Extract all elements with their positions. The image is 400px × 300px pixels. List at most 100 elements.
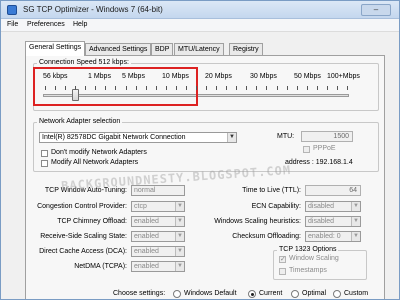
window-scaling-checkbox[interactable] <box>279 255 286 263</box>
select-value: normal <box>134 187 156 194</box>
slider-tick <box>236 86 238 90</box>
slider-tick <box>125 86 127 90</box>
slider-tick <box>296 86 298 90</box>
select-value: enabled: 0 <box>308 233 341 240</box>
timestamps-label: Timestamps <box>289 267 327 274</box>
tcp-chimney-select[interactable]: enabled ▼ <box>131 216 185 227</box>
mtu-label: MTU: <box>277 133 295 140</box>
tcp1323-group-label: TCP 1323 Options <box>277 246 339 253</box>
timestamps-checkbox[interactable] <box>279 268 286 275</box>
select-value: enabled <box>134 218 159 225</box>
slider-tick <box>206 86 208 90</box>
slider-tick <box>276 86 278 90</box>
radio-current-label: Current <box>259 290 283 297</box>
scaling-heuristics-label: Windows Scaling heuristics: <box>214 218 301 225</box>
tab-registry[interactable]: Registry <box>229 43 263 55</box>
slider-tick <box>246 86 248 90</box>
ttl-label: Time to Live (TTL): <box>242 187 301 194</box>
slider-tick <box>256 86 258 90</box>
window-title: SG TCP Optimizer - Windows 7 (64-bit) <box>23 5 163 14</box>
radio-windows-default[interactable] <box>173 290 181 298</box>
rss-state-select[interactable]: enabled ▼ <box>131 231 185 242</box>
dont-modify-adapters-checkbox[interactable] <box>41 150 48 157</box>
adapter-select-value: Intel(R) 82578DC Gigabit Network Connect… <box>42 134 186 141</box>
chevron-down-icon: ▼ <box>351 202 360 211</box>
slider-tick <box>336 86 338 90</box>
choose-settings-label: Choose settings: <box>113 290 166 297</box>
slider-tick <box>145 86 147 90</box>
slider-tick <box>55 86 57 90</box>
checksum-offloading-select[interactable]: enabled: 0 ▼ <box>305 231 361 242</box>
rss-state-label: Receive-Side Scaling State: <box>40 233 127 240</box>
slider-tick <box>115 86 117 90</box>
tcp-chimney-label: TCP Chimney Offload: <box>57 218 127 225</box>
slider-tick <box>306 86 308 90</box>
ttl-field[interactable]: 64 <box>305 185 361 196</box>
radio-windows-default-label: Windows Default <box>184 290 237 297</box>
tick-label: 100+Mbps <box>327 73 360 80</box>
chevron-down-icon: ▼ <box>351 232 360 241</box>
slider-tick <box>316 86 318 90</box>
scaling-heuristics-select[interactable]: disabled ▼ <box>305 216 361 227</box>
checksum-offloading-label: Checksum Offloading: <box>232 233 301 240</box>
dca-select[interactable]: enabled ▼ <box>131 246 185 257</box>
dca-label: Direct Cache Access (DCA): <box>39 248 127 255</box>
modify-all-adapters-label: Modify All Network Adapters <box>51 159 139 166</box>
chevron-down-icon: ▼ <box>351 217 360 226</box>
slider-tick <box>105 86 107 90</box>
menu-help[interactable]: Help <box>73 21 87 28</box>
select-value: enabled <box>134 248 159 255</box>
radio-optimal[interactable] <box>291 290 299 298</box>
modify-all-adapters-checkbox[interactable] <box>41 160 48 167</box>
tick-label: 30 Mbps <box>250 73 277 80</box>
slider-tick <box>85 86 87 90</box>
slider-tick <box>326 86 328 90</box>
radio-custom[interactable] <box>333 290 341 298</box>
chevron-down-icon: ▼ <box>227 133 236 142</box>
tab-bdp[interactable]: BDP <box>151 43 174 55</box>
chevron-down-icon: ▼ <box>175 232 184 241</box>
minimize-button[interactable]: – <box>361 4 391 16</box>
slider-tick <box>266 86 268 90</box>
mtu-field[interactable]: 1500 <box>301 131 353 142</box>
adapter-group-label: Network Adapter selection <box>37 118 123 125</box>
congestion-control-label: Congestion Control Provider: <box>37 203 127 210</box>
netdma-label: NetDMA (TCPA): <box>74 263 127 270</box>
slider-tick <box>75 86 77 90</box>
tcp-window-autotuning-label: TCP Window Auto-Tuning: <box>44 187 127 194</box>
dont-modify-adapters-label: Don't modify Network Adapters <box>51 149 147 156</box>
ecn-capability-select[interactable]: disabled ▼ <box>305 201 361 212</box>
slider-tick <box>135 86 137 90</box>
select-value: disabled <box>308 218 335 225</box>
select-value: ctcp <box>134 203 147 210</box>
app-icon <box>7 5 17 15</box>
pppoe-label: PPPoE <box>313 145 336 152</box>
radio-optimal-label: Optimal <box>302 290 327 297</box>
menu-file[interactable]: File <box>7 21 18 28</box>
pppoe-checkbox[interactable] <box>303 146 310 153</box>
slider-tick <box>216 86 218 90</box>
tab-general-settings[interactable]: General Settings <box>25 41 86 56</box>
netdma-select[interactable]: enabled ▼ <box>131 261 185 272</box>
tab-mtu-latency[interactable]: MTU/Latency <box>174 43 224 55</box>
chevron-down-icon: ▼ <box>175 262 184 271</box>
tab-advanced-settings[interactable]: Advanced Settings <box>85 43 152 55</box>
ecn-capability-label: ECN Capability: <box>251 203 301 210</box>
window-scaling-label: Window Scaling <box>289 255 339 262</box>
adapter-select[interactable]: Intel(R) 82578DC Gigabit Network Connect… <box>39 132 237 143</box>
connection-speed-label: Connection Speed 512 kbps: <box>37 59 131 66</box>
congestion-control-select[interactable]: ctcp ▼ <box>131 201 185 212</box>
radio-custom-label: Custom <box>344 290 369 297</box>
ip-address-label: address : 192.168.1.4 <box>285 159 353 166</box>
slider-tick <box>175 86 177 90</box>
tcp-window-autotuning-select[interactable]: normal <box>131 185 185 196</box>
chevron-down-icon: ▼ <box>175 247 184 256</box>
slider-tick <box>95 86 97 90</box>
select-value: enabled <box>134 233 159 240</box>
slider-tick <box>347 86 348 90</box>
menu-preferences[interactable]: Preferences <box>27 21 65 28</box>
title-bar: SG TCP Optimizer - Windows 7 (64-bit) – <box>1 1 399 19</box>
radio-current[interactable] <box>248 290 256 298</box>
slider-tick <box>45 86 46 90</box>
app-window: SG TCP Optimizer - Windows 7 (64-bit) – … <box>0 0 400 300</box>
